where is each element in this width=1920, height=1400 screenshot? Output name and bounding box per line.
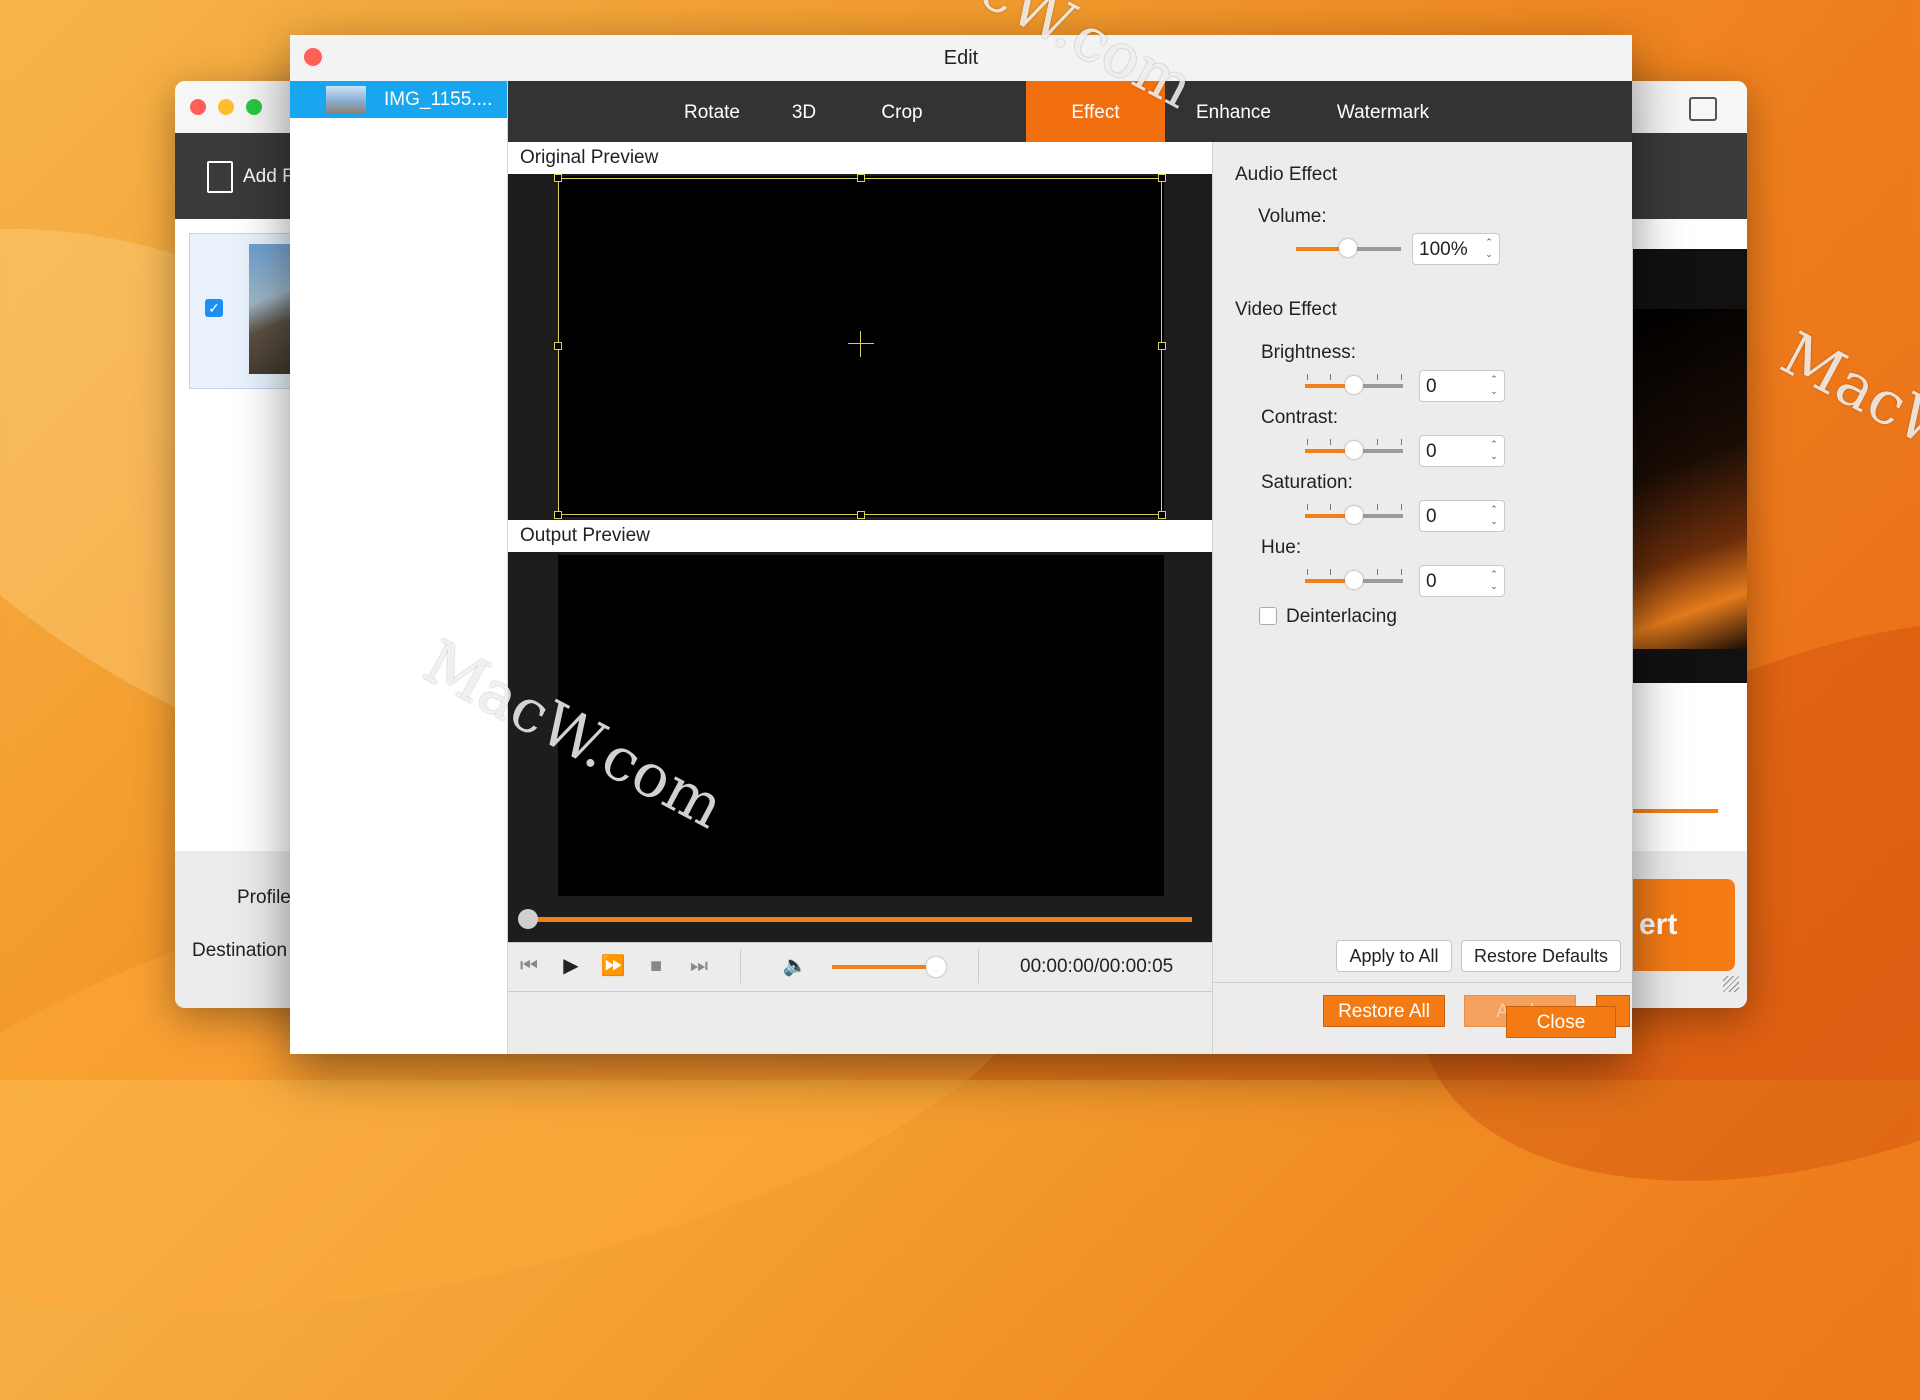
saturation-slider[interactable] [1305,504,1403,526]
hue-slider[interactable] [1305,569,1403,591]
brightness-slider-knob[interactable] [1345,376,1363,394]
contrast-slider-knob[interactable] [1345,441,1363,459]
add-file-label: Add F [243,166,294,187]
hue-slider-knob[interactable] [1345,571,1363,589]
add-file-button[interactable]: Add F [207,161,294,193]
saturation-value: 0 [1426,506,1437,527]
saturation-label: Saturation: [1261,472,1353,493]
audio-effect-title: Audio Effect [1235,164,1338,185]
destination-label: Destination [192,940,288,961]
volume-slider[interactable] [1296,239,1401,259]
contrast-label: Contrast: [1261,407,1339,428]
chat-icon[interactable] [1689,97,1717,121]
speaker-icon[interactable]: 🔈 [782,953,808,979]
tab-crop[interactable]: Crop [844,81,960,142]
brightness-stepper[interactable]: 0 ⌃ ⌄ [1419,370,1505,402]
crop-handle[interactable] [554,511,562,519]
crop-handle[interactable] [554,342,562,350]
file-checkbox[interactable]: ✓ [205,299,223,317]
brightness-label: Brightness: [1261,342,1357,363]
hue-stepper[interactable]: 0 ⌃ ⌄ [1419,565,1505,597]
separator [978,949,979,983]
apply-to-all-button[interactable]: Apply to All [1336,940,1452,972]
output-preview-label: Output Preview [508,520,1212,552]
edit-tabbar: Rotate 3D Crop Effect Enhance Watermark [508,81,1632,142]
add-file-icon [207,161,233,193]
fast-forward-icon[interactable]: ⏩ [600,953,626,979]
playback-progress-knob[interactable] [518,909,538,929]
player-volume-knob[interactable] [926,957,946,977]
saturation-slider-knob[interactable] [1345,506,1363,524]
hue-value: 0 [1426,571,1437,592]
converter-preview [1633,249,1747,683]
crop-handle[interactable] [1158,342,1166,350]
tab-rotate[interactable]: Rotate [660,81,764,142]
brightness-value: 0 [1426,376,1437,397]
watermark: MacW [1769,318,1920,472]
crosshair-icon [848,343,874,344]
preview-footer [508,991,1212,1054]
crop-handle[interactable] [554,174,562,182]
window-title: Edit [943,47,979,69]
file-name: IMG_1155.... [384,89,493,110]
crop-handle[interactable] [857,511,865,519]
zoom-window-button[interactable] [246,99,262,115]
saturation-stepper[interactable]: 0 ⌃ ⌄ [1419,500,1505,532]
preview-panel: Original Preview Output Preview ⏮ ▶ ⏩ ■ [508,142,1212,1054]
deinterlacing-checkbox[interactable] [1259,607,1277,625]
restore-defaults-button[interactable]: Restore Defaults [1461,940,1621,972]
volume-stepper[interactable]: 100% ⌃ ⌄ [1412,233,1500,265]
stepper-arrows-icon[interactable]: ⌃ ⌄ [1488,568,1500,592]
volume-label: Volume: [1258,206,1327,227]
profile-label: Profile [237,887,291,908]
contrast-slider[interactable] [1305,439,1403,461]
contrast-value: 0 [1426,441,1437,462]
volume-slider-knob[interactable] [1339,239,1357,257]
video-effect-title: Video Effect [1235,299,1337,320]
converter-slider-knob[interactable] [1718,801,1736,819]
close-window-button[interactable] [190,99,206,115]
tab-watermark[interactable]: Watermark [1302,81,1464,142]
tab-3d[interactable]: 3D [764,81,844,142]
convert-button[interactable]: ert [1633,879,1735,971]
brightness-slider[interactable] [1305,374,1403,396]
volume-value: 100% [1419,239,1468,260]
close-button[interactable]: Close [1506,1006,1616,1038]
crop-handle[interactable] [1158,174,1166,182]
original-preview-label: Original Preview [508,142,1212,174]
next-icon[interactable]: ⏭ [686,953,712,979]
effect-settings: Audio Effect Volume: 100% ⌃ ⌄ Video Effec… [1212,142,1632,982]
separator [740,949,741,983]
stepper-arrows-icon[interactable]: ⌃ ⌄ [1488,438,1500,462]
playback-progress-track[interactable] [528,917,1192,922]
contrast-stepper[interactable]: 0 ⌃ ⌄ [1419,435,1505,467]
stop-icon[interactable]: ■ [643,953,669,979]
crop-handle[interactable] [857,174,865,182]
original-preview [508,174,1212,520]
preview-image [1633,309,1747,649]
deinterlacing-label: Deinterlacing [1286,606,1397,627]
converter-time: 00:00:05 [1640,726,1714,747]
stepper-arrows-icon[interactable]: ⌃ ⌄ [1488,503,1500,527]
prev-icon[interactable]: ⏮ [516,953,542,979]
stepper-arrows-icon[interactable]: ⌃ ⌄ [1483,236,1495,260]
edit-window: Edit IMG_1155.... Rotate 3D Crop Effect … [290,35,1632,1054]
file-list: IMG_1155.... [290,81,508,1054]
file-thumbnail [326,86,366,114]
play-icon[interactable]: ▶ [558,953,584,979]
resize-grip-icon[interactable] [1723,976,1739,992]
stepper-arrows-icon[interactable]: ⌃ ⌄ [1488,373,1500,397]
player-volume-track[interactable] [832,965,938,969]
output-video [558,555,1164,896]
minimize-window-button[interactable] [218,99,234,115]
crop-handle[interactable] [1158,511,1166,519]
file-list-item[interactable]: IMG_1155.... [290,81,507,118]
time-display: 00:00:00/00:00:05 [1020,956,1174,977]
edit-titlebar: Edit [290,35,1632,81]
crosshair-icon [860,331,861,357]
hue-label: Hue: [1261,537,1302,558]
player-controls: ⏮ ▶ ⏩ ■ ⏭ 🔈 00:00:00/00:00:05 [508,942,1212,991]
restore-all-button[interactable]: Restore All [1323,995,1445,1027]
